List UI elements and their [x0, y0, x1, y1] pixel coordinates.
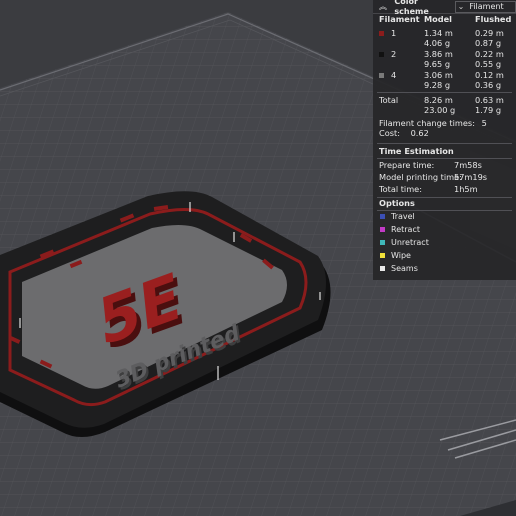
col-filament: Filament [379, 14, 420, 24]
filament-id: 1 [379, 28, 396, 39]
option-label: Unretract [391, 238, 429, 247]
cost-value: 0.62 [410, 128, 429, 138]
option-color-swatch [380, 266, 385, 272]
option-color-swatch [380, 227, 385, 233]
time-estimation-heading: Time Estimation [379, 146, 454, 156]
change-times-value: 5 [481, 118, 487, 128]
filament-id: 4 [379, 70, 396, 81]
option-retract[interactable]: Retract [380, 225, 420, 235]
prepare-time-row: Prepare time: 7m58s [379, 160, 512, 171]
col-flushed: Flushed [475, 14, 512, 24]
option-color-swatch [380, 240, 385, 246]
option-unretract[interactable]: Unretract [380, 238, 429, 248]
filament-id: 2 [379, 49, 396, 60]
cost-row: Cost: 0.62 [379, 128, 512, 139]
total-time-value: 1h5m [454, 184, 478, 194]
prepare-time-value: 7m58s [454, 160, 482, 170]
total-time-row: Total time: 1h5m [379, 184, 512, 195]
model-weight: 9.28 g [424, 80, 451, 90]
legend-header: ︽ Color scheme ⌄ Filament [373, 0, 516, 16]
filament-color-swatch [379, 52, 384, 57]
chevron-down-icon: ⌄ [457, 1, 465, 11]
filament-color-swatch [379, 31, 384, 36]
option-label: Wipe [391, 251, 411, 260]
flushed-weight: 0.87 g [475, 38, 502, 48]
option-travel[interactable]: Travel [380, 212, 415, 222]
option-label: Retract [391, 225, 420, 234]
option-color-swatch [380, 253, 385, 259]
model-print-time-row: Model printing time: 57m19s [379, 172, 512, 183]
collapse-icon[interactable]: ︽ [379, 2, 388, 12]
total-flushed-g: 1.79 g [475, 105, 502, 115]
model-weight: 9.65 g [424, 59, 451, 69]
option-label: Seams [391, 264, 418, 273]
option-wipe[interactable]: Wipe [380, 251, 411, 261]
filament-color-swatch [379, 73, 384, 78]
col-model: Model [424, 14, 452, 24]
total-model-g: 23.00 g [424, 105, 456, 115]
option-color-swatch [380, 214, 385, 220]
gcode-legend-panel: ︽ Color scheme ⌄ Filament Filament Model… [373, 0, 516, 280]
model-weight: 4.06 g [424, 38, 451, 48]
change-times-label: Filament change times: [379, 118, 475, 128]
model-print-time-value: 57m19s [454, 172, 488, 182]
options-heading: Options [379, 198, 415, 208]
color-scheme-select[interactable]: ⌄ Filament [454, 0, 516, 13]
color-scheme-value: Filament [469, 1, 504, 11]
flushed-weight: 0.36 g [475, 80, 502, 90]
model-print-time-label: Model printing time: [379, 172, 462, 182]
option-seams[interactable]: Seams [380, 264, 418, 274]
prepare-time-label: Prepare time: [379, 160, 435, 170]
cost-label: Cost: [379, 128, 400, 138]
flushed-weight: 0.55 g [475, 59, 502, 69]
option-label: Travel [391, 212, 415, 221]
total-time-label: Total time: [379, 184, 422, 194]
total-label: Total [379, 95, 399, 105]
